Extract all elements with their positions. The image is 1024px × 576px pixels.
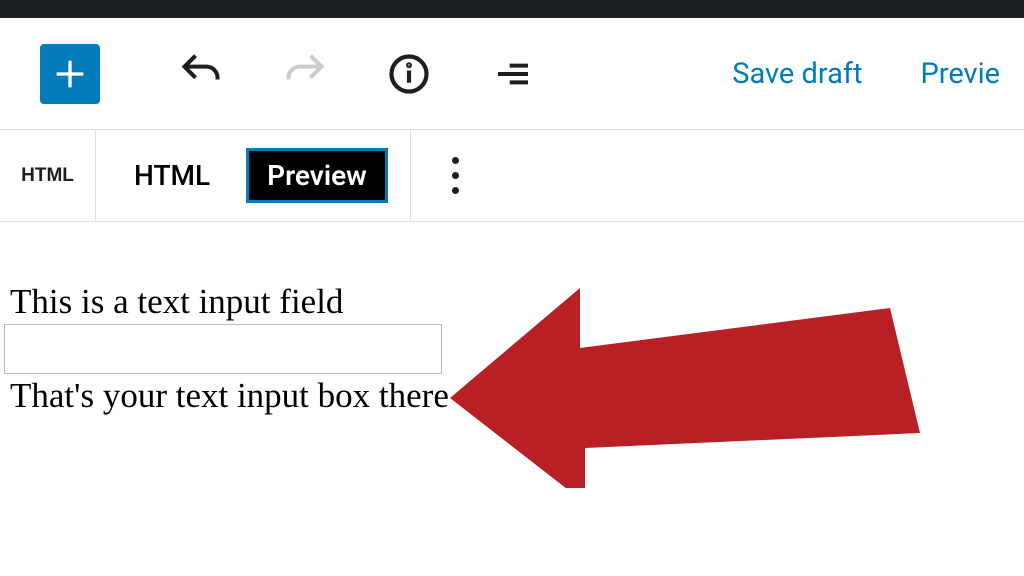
tab-html[interactable]: HTML bbox=[118, 149, 226, 202]
editor-toolbar: Save draft Previe bbox=[0, 18, 1024, 130]
block-more-button[interactable] bbox=[411, 130, 501, 221]
add-block-button[interactable] bbox=[40, 44, 100, 104]
info-icon bbox=[388, 53, 430, 95]
redo-button[interactable] bbox=[274, 43, 336, 105]
preview-button[interactable]: Previe bbox=[920, 57, 1000, 91]
info-button[interactable] bbox=[378, 43, 440, 105]
more-icon bbox=[452, 157, 459, 194]
outline-icon bbox=[493, 54, 533, 94]
tab-preview[interactable]: Preview bbox=[246, 148, 388, 203]
text-input-field[interactable] bbox=[4, 324, 442, 374]
undo-button[interactable] bbox=[170, 43, 232, 105]
block-type-indicator[interactable]: HTML bbox=[0, 130, 96, 221]
redo-icon bbox=[283, 52, 327, 96]
undo-icon bbox=[179, 52, 223, 96]
annotation-arrow bbox=[450, 248, 920, 488]
outline-button[interactable] bbox=[482, 43, 544, 105]
window-topbar bbox=[0, 0, 1024, 18]
block-mode-tabs: HTML Preview bbox=[96, 130, 411, 221]
plus-icon bbox=[50, 54, 90, 94]
save-draft-button[interactable]: Save draft bbox=[732, 57, 862, 91]
block-content: This is a text input field That's your t… bbox=[0, 222, 1024, 416]
block-toolbar: HTML HTML Preview bbox=[0, 130, 1024, 222]
